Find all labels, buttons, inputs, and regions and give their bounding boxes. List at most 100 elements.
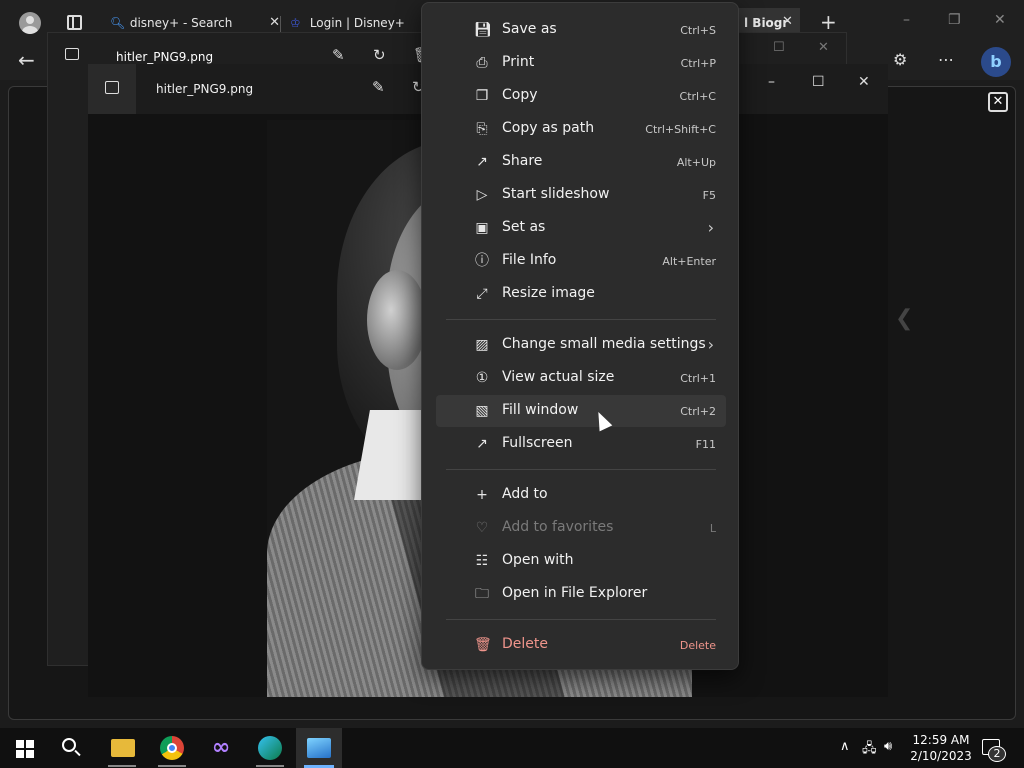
bing-icon[interactable]: b: [981, 47, 1011, 77]
copy-icon: ❐: [475, 88, 489, 104]
menu-item-label: Add to: [502, 486, 548, 502]
tab-title: Login | Disney+: [309, 16, 405, 30]
desktop: 🔍︎ disney+ - Search ✕ ♔ Login | Disney+ …: [0, 0, 1024, 768]
photos-filename: hitler_PNG9.png: [156, 82, 254, 96]
close-icon[interactable]: ✕: [858, 74, 870, 90]
tab-actions-icon[interactable]: [67, 15, 82, 30]
close-icon[interactable]: ✕: [818, 40, 829, 55]
menu-item-label: Start slideshow: [502, 186, 610, 202]
notification-count-badge: 2: [988, 746, 1006, 762]
menu-item-add-to[interactable]: + Add to: [436, 479, 726, 511]
fill-window-icon: ▧: [475, 403, 489, 419]
menu-item-label: File Info: [502, 252, 557, 268]
menu-item-fullscreen[interactable]: ↗ Fullscreen F11: [436, 428, 726, 460]
menu-item-shortcut: F5: [702, 189, 716, 202]
menu-item-label: Delete: [502, 636, 548, 652]
info-icon: ⓘ: [475, 253, 489, 269]
menu-item-delete[interactable]: 🗑︎ Delete Delete: [436, 629, 726, 661]
restore-icon[interactable]: ☐: [773, 40, 785, 55]
menu-item-label: Add to favorites: [502, 519, 614, 535]
add-icon: +: [476, 487, 488, 503]
close-window-icon[interactable]: ✕: [994, 12, 1006, 28]
menu-item-shortcut: L: [709, 522, 716, 535]
menu-item-save-as[interactable]: 💾︎ Save as Ctrl+S: [436, 14, 726, 46]
menu-divider: [446, 319, 716, 320]
actual-size-icon: ①: [475, 370, 489, 386]
clock-date: 2/10/2023: [910, 749, 972, 763]
menu-item-label: Fill window: [502, 402, 579, 418]
chevron-right-icon: ›: [707, 218, 714, 237]
edit-image-icon[interactable]: ✎: [372, 78, 385, 96]
menu-item-print[interactable]: ⎙ Print Ctrl+P: [436, 47, 726, 79]
menu-item-set-as[interactable]: ▣ Set as ›: [436, 212, 726, 244]
menu-item-file-info[interactable]: ⓘ File Info Alt+Enter: [436, 245, 726, 277]
more-options-icon[interactable]: ⋯: [938, 50, 955, 69]
visual-studio-icon[interactable]: ∞: [209, 736, 233, 760]
clock-time: 12:59 AM: [912, 733, 970, 747]
chevron-right-icon: ›: [707, 335, 714, 354]
menu-item-shortcut: Delete: [679, 639, 716, 652]
photos-back-filename: hitler_PNG9.png: [116, 50, 214, 64]
menu-item-open-with[interactable]: ☷ Open with: [436, 545, 726, 577]
menu-item-label: Change small media settings: [502, 336, 706, 352]
close-viewer-icon[interactable]: ✕: [988, 92, 1008, 112]
tab-title: disney+ - Search: [129, 16, 233, 30]
menu-item-share[interactable]: ↗ Share Alt+Up: [436, 146, 726, 178]
menu-item-shortcut: Ctrl+Shift+C: [645, 123, 716, 136]
search-icon[interactable]: [62, 738, 76, 752]
system-clock[interactable]: 12:59 AM 2/10/2023: [908, 732, 974, 764]
photos-icon[interactable]: [307, 738, 331, 758]
restore-icon[interactable]: ❐: [948, 12, 961, 28]
share-icon: ↗: [476, 154, 488, 170]
menu-item-copy[interactable]: ❐ Copy Ctrl+C: [436, 80, 726, 112]
menu-item-resize-image[interactable]: ⤢ Resize image: [436, 278, 726, 310]
back-arrow-icon[interactable]: ←: [18, 48, 35, 72]
edge-dev-icon[interactable]: [258, 736, 282, 760]
profile-avatar[interactable]: [19, 12, 41, 34]
volume-icon[interactable]: 🔊︎: [884, 739, 892, 754]
minimize-icon[interactable]: –: [768, 74, 775, 90]
menu-item-shortcut: Ctrl+P: [680, 57, 716, 70]
menu-item-label: View actual size: [502, 369, 615, 385]
rotate-icon[interactable]: ↻: [373, 46, 386, 64]
set-as-icon: ▣: [475, 220, 489, 236]
windows-start-icon[interactable]: [16, 740, 34, 758]
chrome-icon[interactable]: [160, 736, 184, 760]
menu-item-shortcut: Ctrl+S: [680, 24, 716, 37]
file-explorer-icon[interactable]: [111, 739, 135, 757]
chevron-up-icon[interactable]: ∧: [840, 739, 850, 754]
copy-path-icon: ⎘: [476, 121, 488, 137]
menu-item-change-small-media-settings[interactable]: ▨ Change small media settings ›: [436, 329, 726, 361]
image-icon: [65, 48, 79, 60]
edit-image-icon[interactable]: ✎: [332, 46, 345, 64]
menu-item-label: Set as: [502, 219, 546, 235]
menu-item-shortcut: Ctrl+1: [680, 372, 716, 385]
menu-item-label: Fullscreen: [502, 435, 573, 451]
running-indicator: [108, 765, 136, 767]
context-menu: 💾︎ Save as Ctrl+S ⎙ Print Ctrl+P ❐ Copy Ctrl+C ⎘ C…: [421, 2, 739, 670]
new-tab-button[interactable]: +: [820, 10, 837, 34]
trash-icon: 🗑︎: [474, 637, 492, 653]
photo-ear: [367, 270, 427, 370]
fullscreen-icon: ↗: [476, 436, 488, 452]
menu-item-start-slideshow[interactable]: ▷ Start slideshow F5: [436, 179, 726, 211]
menu-item-copy-as-path[interactable]: ⎘ Copy as path Ctrl+Shift+C: [436, 113, 726, 145]
running-indicator: [158, 765, 186, 767]
minimize-icon[interactable]: –: [903, 12, 910, 28]
menu-item-add-to-favorites: ♡ Add to favorites L: [436, 512, 726, 544]
taskbar: ∞ ∧ 🖧︎ 🔊︎ 12:59 AM 2/10/2023 2: [0, 728, 1024, 768]
menu-item-shortcut: Alt+Up: [676, 156, 716, 169]
menu-item-view-actual-size[interactable]: ① View actual size Ctrl+1: [436, 362, 726, 394]
menu-item-label: Print: [502, 54, 535, 70]
menu-item-shortcut: Alt+Enter: [662, 255, 716, 268]
menu-item-fill-window[interactable]: ▧ Fill window Ctrl+2: [436, 395, 726, 427]
menu-item-shortcut: F11: [695, 438, 716, 451]
extensions-icon[interactable]: ⚙: [893, 50, 907, 69]
network-icon[interactable]: 🖧︎: [862, 739, 877, 761]
print-icon: ⎙: [476, 55, 488, 71]
heart-icon: ♡: [475, 520, 489, 536]
maximize-icon[interactable]: ☐: [812, 74, 825, 90]
open-with-icon: ☷: [475, 553, 489, 569]
menu-item-open-in-file-explorer[interactable]: 🗀︎ Open in File Explorer: [436, 578, 726, 610]
slideshow-icon: ▷: [476, 187, 488, 203]
